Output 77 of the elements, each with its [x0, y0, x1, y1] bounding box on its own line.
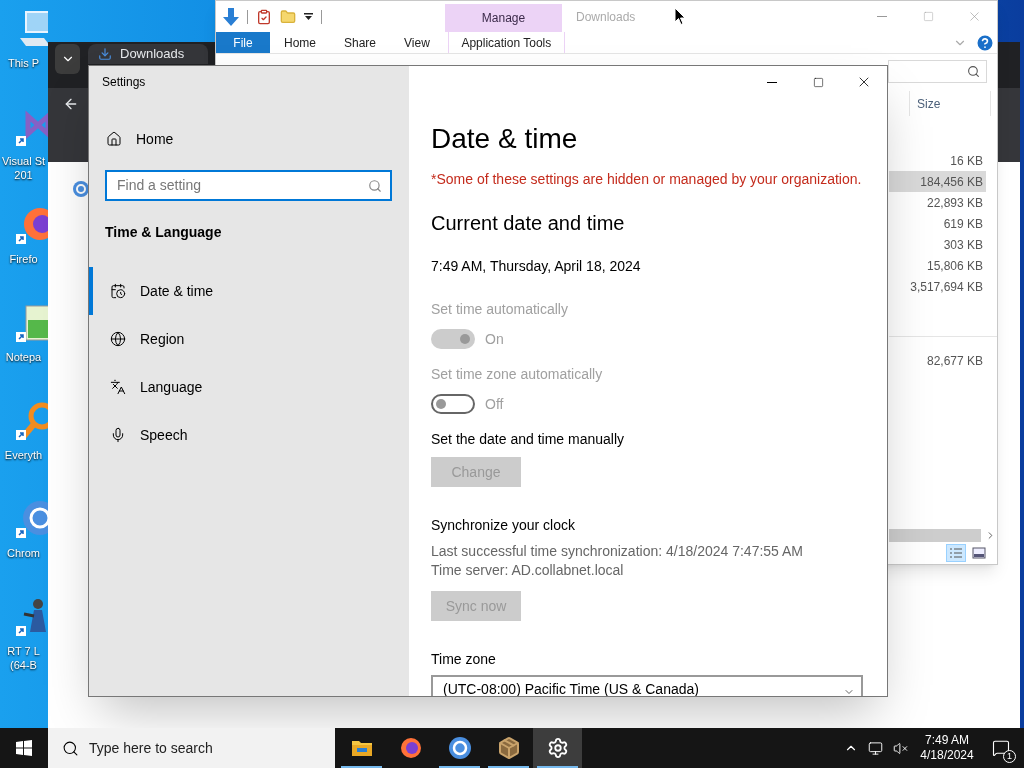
- file-size-cell[interactable]: 619 KB: [889, 213, 986, 234]
- window-title: Downloads: [576, 8, 636, 26]
- network-icon[interactable]: [868, 740, 883, 756]
- file-size-cell[interactable]: 303 KB: [889, 234, 986, 255]
- checklist-icon[interactable]: [256, 8, 272, 25]
- time-zone-dropdown[interactable]: (UTC-08:00) Pacific Time (US & Canada): [431, 675, 863, 696]
- horizontal-scrollbar[interactable]: [889, 528, 981, 542]
- minimize-icon: [877, 16, 887, 17]
- language-icon: [110, 379, 126, 395]
- file-size-cell[interactable]: 3,517,694 KB: [889, 276, 986, 297]
- search-icon: [368, 178, 382, 193]
- notification-icon: [992, 739, 1010, 757]
- policy-notice: *Some of these settings are hidden or managed by your organization.: [431, 170, 863, 189]
- nav-item[interactable]: Speech: [89, 411, 409, 459]
- sync-info-text: Last successful time synchronization: 4/18/2024 7:47:55 AM: [431, 542, 803, 561]
- settings-icon: [546, 737, 569, 759]
- thumbnails-view-button[interactable]: [969, 544, 989, 562]
- nav-item[interactable]: Region: [89, 315, 409, 363]
- help-icon[interactable]: [975, 32, 995, 53]
- window-title: Settings: [102, 74, 146, 91]
- ribbon-tab[interactable]: File: [216, 32, 270, 53]
- nav-item[interactable]: Date & time: [89, 267, 409, 315]
- page-title: Date & time: [431, 122, 579, 156]
- search-icon: [62, 739, 79, 757]
- ribbon-tab[interactable]: Share: [330, 32, 391, 53]
- setting-label: Time zone: [431, 650, 497, 669]
- ring-icon: [447, 736, 472, 760]
- section-heading: Time & Language: [104, 223, 223, 242]
- tab-list-button[interactable]: [55, 44, 80, 74]
- section-title: Current date and time: [431, 211, 626, 236]
- maximize-icon: [812, 76, 824, 88]
- globe-icon: [110, 331, 126, 347]
- ribbon-tab[interactable]: Home: [270, 32, 330, 53]
- toggle-state-text: On: [485, 329, 504, 349]
- current-date-time: 7:49 AM, Thursday, April 18, 2024: [431, 257, 642, 276]
- details-list-icon: [949, 547, 963, 559]
- package-icon: [496, 736, 521, 760]
- toggle-state-text: Off: [485, 394, 504, 414]
- download-icon: [98, 47, 112, 61]
- volume-muted-icon[interactable]: [893, 740, 908, 756]
- taskbar-search-field[interactable]: Type here to search: [48, 728, 335, 768]
- customize-dropdown-icon[interactable]: [304, 12, 313, 21]
- search-field[interactable]: Find a setting: [105, 170, 392, 201]
- thumbnail-icon: [972, 547, 986, 559]
- taskbar-search-input[interactable]: Type here to search: [89, 737, 335, 759]
- taskbar-app-button[interactable]: [533, 728, 582, 768]
- setting-label: Set time zone automatically: [431, 365, 604, 384]
- search-icon: [967, 65, 980, 78]
- ribbon-tab[interactable]: View: [390, 32, 444, 53]
- maximize-icon: [922, 11, 934, 22]
- file-size-cell[interactable]: 82,677 KB: [889, 350, 986, 371]
- file-size-cell[interactable]: 16 KB: [889, 150, 986, 171]
- setting-label: Synchronize your clock: [431, 516, 575, 535]
- nav-item[interactable]: Language: [89, 363, 409, 411]
- file-size-cell[interactable]: 22,893 KB: [889, 192, 986, 213]
- home-nav-item[interactable]: Home: [89, 119, 409, 159]
- setting-label: Set time automatically: [431, 300, 569, 319]
- notification-count-badge: 1: [1003, 750, 1016, 763]
- notification-button[interactable]: 1: [978, 728, 1024, 768]
- down-arrow-icon[interactable]: [223, 7, 239, 26]
- search-input[interactable]: Find a setting: [117, 175, 368, 196]
- calendar-clock-icon: [110, 283, 126, 299]
- sync-info-text: Time server: AD.collabnet.local: [431, 561, 625, 580]
- file-size-cell[interactable]: 15,806 KB: [889, 255, 986, 276]
- globe-icon: [398, 736, 423, 760]
- column-header[interactable]: Size: [909, 91, 991, 116]
- home-icon: [106, 131, 122, 147]
- minimize-icon: [767, 81, 777, 83]
- clock[interactable]: 7:49 AM 4/18/2024: [916, 733, 978, 763]
- mouse-cursor-icon: [674, 7, 686, 26]
- contextual-tab-title: Manage: [481, 10, 526, 27]
- ribbon-tab[interactable]: Application Tools: [447, 32, 565, 53]
- file-size-cell[interactable]: 184,456 KB: [889, 171, 986, 192]
- browser-tab[interactable]: Downloads: [88, 44, 208, 64]
- windows-logo-icon: [16, 740, 32, 756]
- setting-label: Set the date and time manually: [431, 430, 624, 449]
- microphone-icon: [110, 427, 126, 443]
